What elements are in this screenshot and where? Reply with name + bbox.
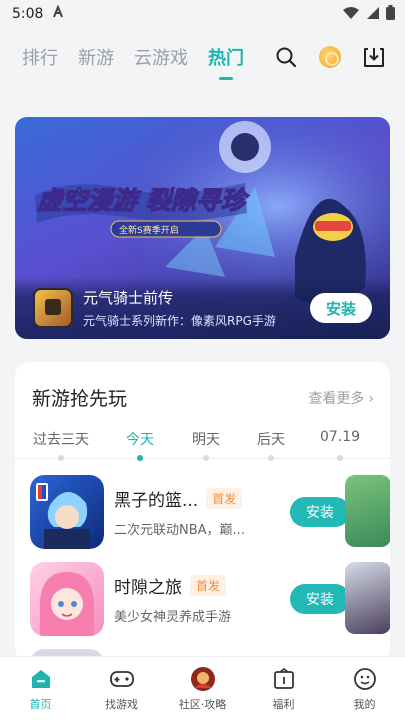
bottom-nav-find-games[interactable]: 找游戏	[81, 657, 162, 720]
bottom-nav-community[interactable]: 社区·攻略	[162, 657, 243, 720]
date-dot-active	[137, 455, 143, 461]
game-description: 美少女神灵养成手游	[114, 610, 232, 625]
community-avatar-icon	[190, 666, 216, 692]
game-name: 时隙之旅	[114, 578, 182, 598]
bottom-nav-label: 首页	[29, 697, 52, 711]
wifi-icon	[342, 5, 360, 24]
game-row[interactable]: 时隙之旅 首发 美少女神灵养成手游 安装	[30, 562, 350, 636]
download-button[interactable]	[361, 44, 387, 70]
first-release-badge: 首发	[206, 488, 243, 509]
app-notification-icon	[51, 4, 65, 23]
bottom-nav-label: 福利	[272, 697, 295, 711]
banner-footer: 元气骑士前传 元气骑士系列新作：像素风RPG手游 安装	[15, 277, 390, 339]
install-button[interactable]: 安装	[290, 497, 350, 527]
gamepad-icon	[109, 666, 135, 692]
status-time: 5:08	[12, 6, 44, 22]
status-bar: 5:08	[0, 0, 405, 28]
date-dot	[58, 455, 64, 461]
date-tab-today[interactable]: 今天	[126, 429, 154, 449]
download-icon	[364, 48, 384, 67]
gift-calendar-icon	[271, 666, 297, 692]
soul-knight-app-icon	[33, 288, 73, 328]
date-dot	[203, 455, 209, 461]
see-more-link[interactable]: 查看更多 ›	[308, 388, 374, 408]
tab-ranking[interactable]: 排行	[22, 44, 58, 70]
bottom-nav-home[interactable]: 首页	[0, 657, 81, 720]
date-dot	[268, 455, 274, 461]
search-icon	[276, 47, 297, 68]
coin-icon	[319, 46, 341, 68]
top-tabs: 排行 新游 云游戏 热门	[22, 44, 244, 70]
home-icon	[28, 666, 54, 692]
bottom-nav-label: 社区·攻略	[178, 697, 227, 711]
next-game-thumbnail[interactable]	[345, 562, 390, 634]
bottom-nav-mine[interactable]: 我的	[324, 657, 405, 720]
next-game-thumbnail[interactable]	[345, 475, 390, 547]
game-name: 黑子的篮...	[114, 491, 199, 511]
first-release-badge: 首发	[190, 575, 227, 596]
tab-cloud-games[interactable]: 云游戏	[134, 44, 188, 70]
game-row[interactable]: 黑子的篮... 首发 二次元联动NBA，巅... 安装	[30, 475, 350, 549]
bottom-nav-label: 找游戏	[105, 697, 138, 711]
top-nav: 排行 新游 云游戏 热门	[0, 28, 405, 86]
bottom-nav-label: 我的	[353, 697, 376, 711]
time-gap-journey-game-icon	[30, 562, 104, 636]
kuroko-basketball-game-icon	[30, 475, 104, 549]
date-tab-day-after[interactable]: 后天	[257, 429, 285, 449]
date-tab-past-three-days[interactable]: 过去三天	[33, 429, 89, 449]
new-games-card: 新游抢先玩 查看更多› 过去三天 今天 明天 后天 07.19 黑子的篮...	[15, 362, 390, 662]
svg-text:全新S赛季开启: 全新S赛季开启	[119, 224, 179, 236]
featured-banner[interactable]: 虚空漫游 裂隙寻珍 全新S赛季开启 元气骑士前传 元气骑士系列新作：像素风RPG…	[15, 117, 390, 339]
bottom-nav: 首页 找游戏 社区·攻略 福利 我的	[0, 656, 405, 720]
install-button[interactable]: 安装	[290, 584, 350, 614]
date-dot	[337, 455, 343, 461]
signal-icon	[366, 5, 380, 24]
section-title: 新游抢先玩	[32, 388, 128, 410]
banner-install-button[interactable]: 安装	[310, 293, 372, 323]
date-tab-0719[interactable]: 07.19	[320, 429, 360, 445]
bottom-nav-welfare[interactable]: 福利	[243, 657, 324, 720]
banner-app-title: 元气骑士前传	[83, 289, 174, 307]
date-tab-tomorrow[interactable]: 明天	[192, 429, 220, 449]
tab-popular[interactable]: 热门	[208, 44, 244, 70]
game-description: 二次元联动NBA，巅...	[114, 523, 245, 538]
profile-icon	[352, 666, 378, 692]
battery-icon	[386, 4, 395, 24]
tab-new-games[interactable]: 新游	[78, 44, 114, 70]
banner-app-subtitle: 元气骑士系列新作：像素风RPG手游	[83, 314, 276, 328]
coin-button[interactable]	[317, 44, 343, 70]
svg-text:虚空漫游 裂隙寻珍: 虚空漫游 裂隙寻珍	[37, 186, 250, 215]
chevron-right-icon: ›	[368, 390, 374, 407]
see-more-label: 查看更多	[308, 390, 365, 407]
search-button[interactable]	[273, 44, 299, 70]
date-tabs: 过去三天 今天 明天 后天 07.19	[15, 429, 390, 463]
